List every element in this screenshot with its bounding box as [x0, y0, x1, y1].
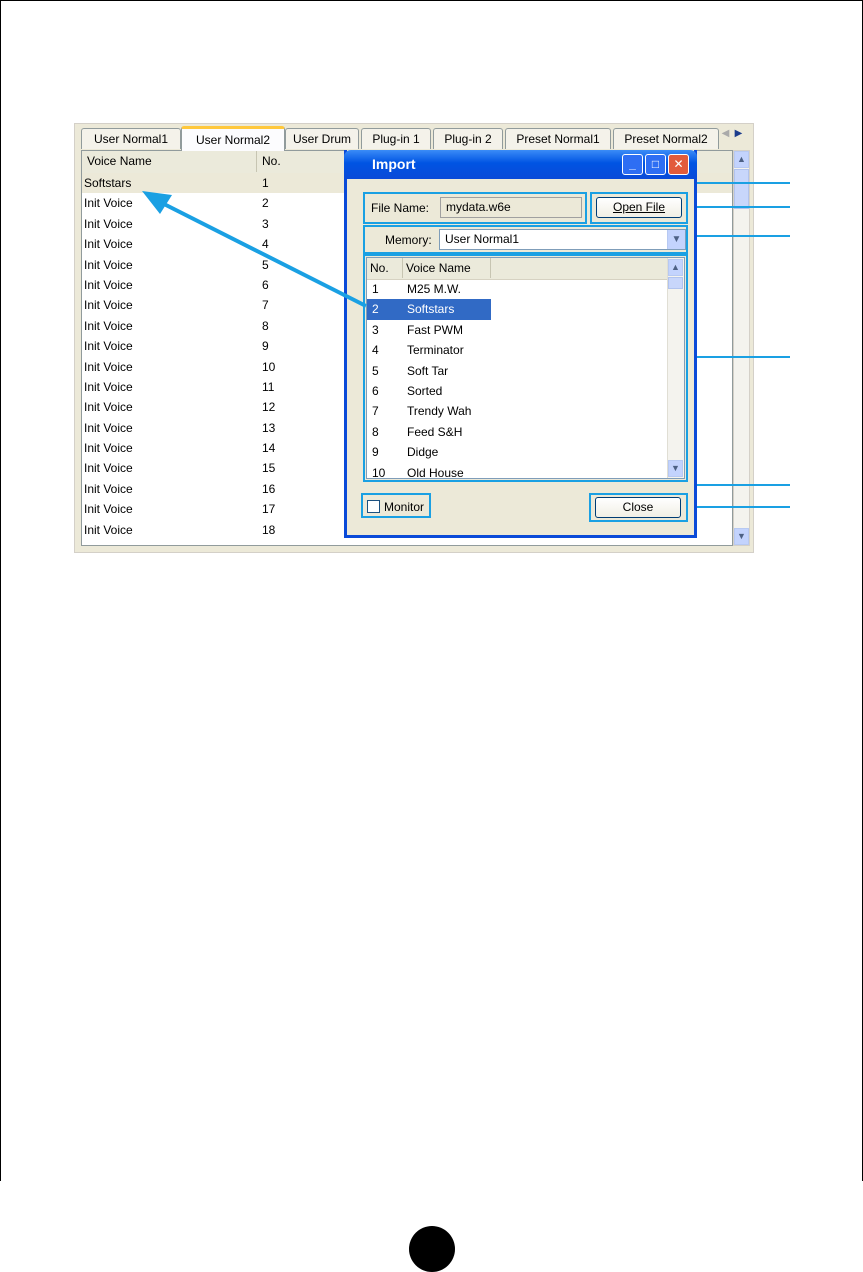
- page-marker-dot: [409, 1226, 455, 1272]
- drag-arrow: [142, 191, 367, 308]
- drag-arrow-line: [159, 200, 367, 308]
- arrow-head-icon: [142, 191, 172, 214]
